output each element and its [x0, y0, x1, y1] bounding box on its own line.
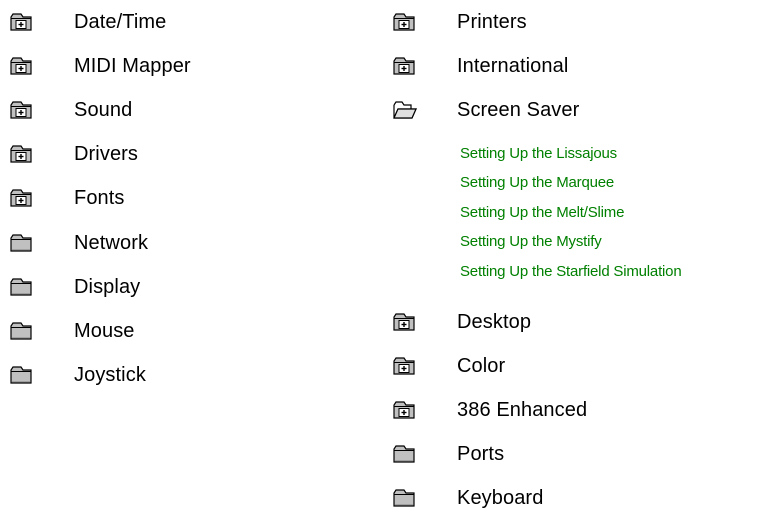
topic-keyboard[interactable]: Keyboard — [393, 476, 543, 520]
closed-book-plus-icon — [10, 145, 32, 163]
open-folder-icon — [393, 101, 417, 119]
topic-sound[interactable]: Sound — [10, 88, 132, 132]
topic-network[interactable]: Network — [10, 221, 148, 265]
subtopic-link-lissajous[interactable]: Setting Up the Lissajous — [460, 142, 617, 166]
closed-book-plus-icon — [10, 189, 32, 207]
topic-label: Display — [74, 275, 141, 298]
closed-book-plus-icon — [10, 13, 32, 31]
topic-label: Sound — [74, 98, 133, 121]
topic-screen-saver[interactable]: Screen Saver — [393, 88, 579, 132]
subtopic-link-marquee[interactable]: Setting Up the Marquee — [460, 171, 614, 195]
topic-ports[interactable]: Ports — [393, 432, 504, 476]
topic-label: Date/Time — [74, 10, 167, 33]
topic-mouse[interactable]: Mouse — [10, 309, 135, 353]
topic-label: Network — [74, 231, 149, 254]
topic-international[interactable]: International — [393, 44, 568, 88]
closed-book-plus-icon — [10, 57, 32, 75]
closed-book-plus-icon — [393, 313, 415, 331]
folder-icon — [393, 489, 415, 507]
subtopic-link-mystify[interactable]: Setting Up the Mystify — [460, 230, 602, 254]
topic-label: Ports — [457, 442, 505, 465]
topic-color[interactable]: Color — [393, 344, 505, 388]
topic-label: Drivers — [74, 142, 139, 165]
topic-label: International — [457, 54, 569, 77]
topic-display[interactable]: Display — [10, 265, 140, 309]
topic-printers[interactable]: Printers — [393, 0, 527, 44]
closed-book-plus-icon — [10, 101, 32, 119]
folder-icon — [10, 322, 32, 340]
folder-icon — [10, 234, 32, 252]
topic-label: Desktop — [457, 310, 532, 333]
folder-icon — [10, 278, 32, 296]
closed-book-plus-icon — [393, 401, 415, 419]
topic-fonts[interactable]: Fonts — [10, 176, 125, 220]
topic-label: MIDI Mapper — [74, 54, 191, 77]
topic-joystick[interactable]: Joystick — [10, 353, 146, 397]
topic-label: Screen Saver — [457, 98, 580, 121]
topic-label: Joystick — [74, 363, 146, 386]
topic-midi-mapper[interactable]: MIDI Mapper — [10, 44, 191, 88]
closed-book-plus-icon — [393, 57, 415, 75]
subtopic-link-starfield[interactable]: Setting Up the Starfield Simulation — [460, 260, 682, 284]
closed-book-plus-icon — [393, 13, 415, 31]
topic-label: Keyboard — [457, 486, 544, 509]
closed-book-plus-icon — [393, 357, 415, 375]
subtopic-link-melt-slime[interactable]: Setting Up the Melt/Slime — [460, 201, 624, 225]
topic-date-time[interactable]: Date/Time — [10, 0, 166, 44]
topic-drivers[interactable]: Drivers — [10, 132, 138, 176]
topic-386-enhanced[interactable]: 386 Enhanced — [393, 388, 587, 432]
topic-label: Mouse — [74, 319, 135, 342]
topic-label: Color — [457, 354, 506, 377]
topic-desktop[interactable]: Desktop — [393, 300, 531, 344]
topic-label: Printers — [457, 10, 527, 33]
topic-label: 386 Enhanced — [457, 398, 588, 421]
folder-icon — [393, 445, 415, 463]
folder-icon — [10, 366, 32, 384]
topic-label: Fonts — [74, 186, 125, 209]
